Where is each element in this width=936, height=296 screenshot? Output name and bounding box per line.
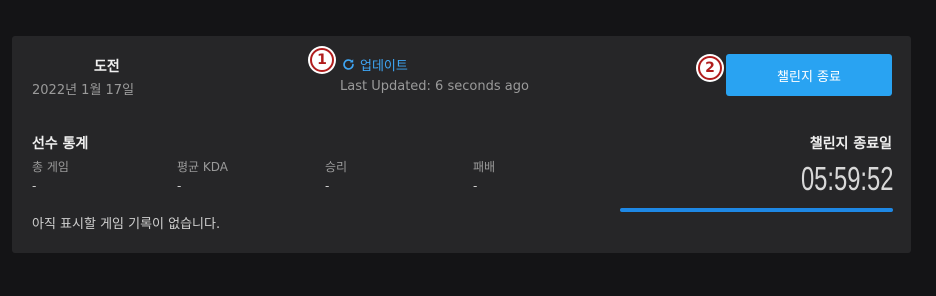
annotation-badge-2: 2 xyxy=(698,56,722,80)
stat-value-losses: - xyxy=(473,179,478,193)
update-link[interactable]: 업데이트 xyxy=(342,55,408,74)
stat-label-wins: 승리 xyxy=(325,160,348,174)
end-date-label: 챌린지 종료일 xyxy=(809,136,892,152)
annotation-badge-1: 1 xyxy=(310,48,334,72)
countdown-timer: 05:59:52 xyxy=(800,160,893,197)
challenge-card: 도전 2022년 1월 17일 1 업데이트 Last Updated: 6 s… xyxy=(12,36,911,253)
stat-value-total-games: - xyxy=(32,179,37,193)
stat-label-total-games: 총 게임 xyxy=(32,160,69,174)
end-challenge-button[interactable]: 챌린지 종료 xyxy=(726,54,892,96)
annotation-badge-1-label: 1 xyxy=(317,52,327,68)
empty-games-message: 아직 표시할 게임 기록이 없습니다. xyxy=(32,217,221,232)
stat-value-wins: - xyxy=(325,179,330,193)
update-label: 업데이트 xyxy=(360,59,408,74)
countdown-progress-fill xyxy=(620,208,893,212)
stat-value-avg-kda: - xyxy=(177,179,182,193)
countdown-progress-bar xyxy=(620,208,893,212)
player-stats-title: 선수 통계 xyxy=(32,136,89,152)
challenge-title: 도전 xyxy=(94,59,120,75)
stat-label-losses: 패배 xyxy=(473,160,496,174)
last-updated-text: Last Updated: 6 seconds ago xyxy=(340,79,529,94)
challenge-date: 2022년 1월 17일 xyxy=(32,83,135,98)
stat-label-avg-kda: 평균 KDA xyxy=(177,160,229,174)
refresh-icon xyxy=(343,59,354,70)
annotation-badge-2-label: 2 xyxy=(705,60,715,76)
